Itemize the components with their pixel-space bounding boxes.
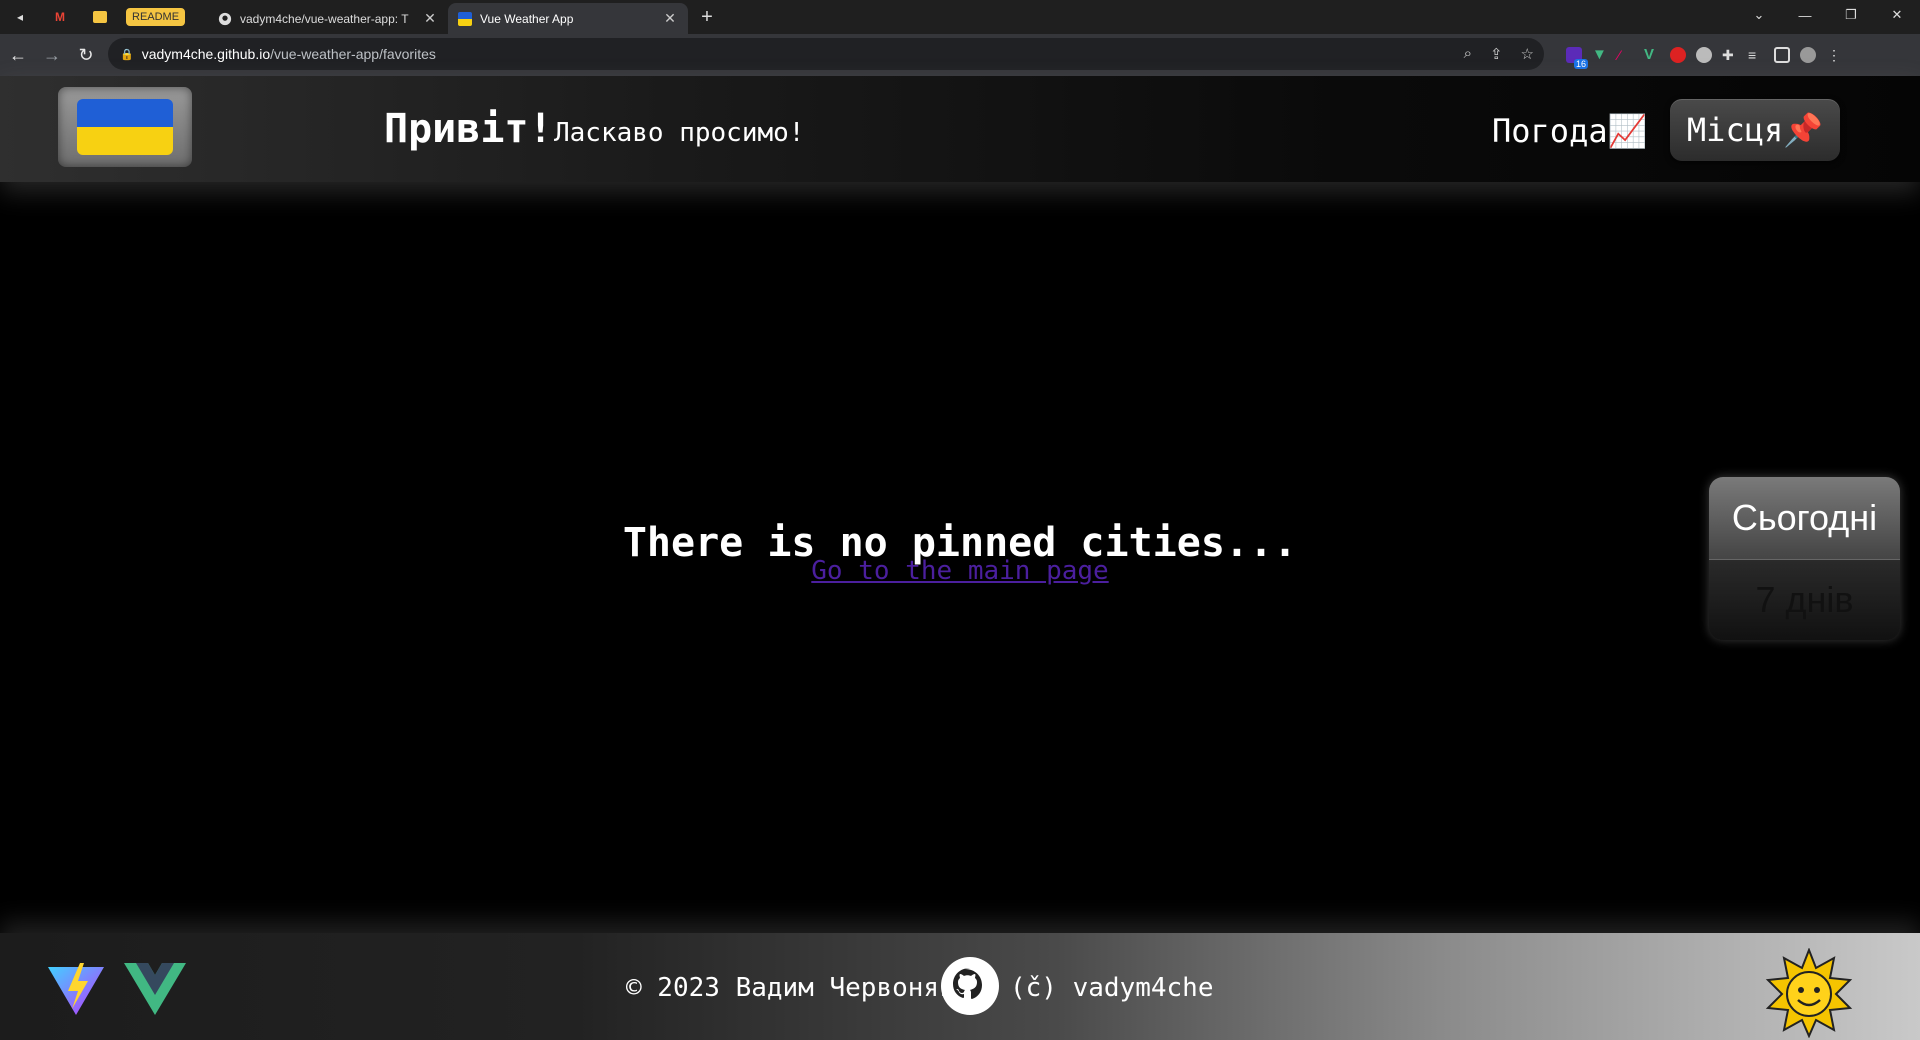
adblock-icon[interactable] [1670,47,1686,63]
seven-days-button[interactable]: 7 днів [1709,559,1900,640]
reading-list-icon[interactable]: ≡ [1748,47,1764,63]
ukraine-flag-icon [77,99,173,155]
vue-devtools-icon[interactable]: ▼ [1592,47,1608,63]
close-window-button[interactable]: ✕ [1874,0,1920,30]
notes-icon [93,11,107,23]
share-icon[interactable]: ⇪ [1490,45,1503,63]
close-icon[interactable]: ✕ [422,10,438,27]
greeting-title: Привіт! [384,106,553,152]
github-icon [218,12,232,25]
author-handle: (č) vadym4che [1010,973,1214,1003]
tab-github-repo[interactable]: vadym4che/vue-weather-app: T ✕ [208,3,448,34]
pinned-tab-notes[interactable] [80,0,120,34]
theme-extension-icon[interactable] [1696,47,1712,63]
today-button[interactable]: Сьогодні [1709,477,1900,559]
forward-button[interactable]: → [36,39,68,71]
vue-logo-icon[interactable] [124,961,186,1015]
url-host: vadym4che.github.io [141,46,271,62]
tab-title: vadym4che/vue-weather-app: T [240,11,409,26]
gmail-icon: M [55,10,65,24]
tab-vue-weather-app[interactable]: Vue Weather App ✕ [448,3,688,34]
welcome-text: Ласкаво просимо! [554,118,805,148]
language-flag-button[interactable] [58,87,192,167]
minimize-button[interactable]: — [1782,0,1828,30]
speaker-icon: ◂ [16,10,24,24]
readme-tab-group[interactable]: README [126,8,186,26]
puzzle-icon[interactable]: ✚ [1722,47,1738,63]
restore-button[interactable]: ❐ [1828,0,1874,30]
pinned-tab-audio[interactable]: ◂ [0,0,40,34]
lock-icon[interactable]: 🔒 [120,48,134,61]
new-tab-button[interactable]: + [694,6,720,28]
zoom-icon[interactable]: ⌕ [1464,45,1472,63]
side-panel-icon[interactable] [1774,47,1790,63]
extension-icon[interactable]: 16 [1566,47,1588,69]
reload-button[interactable]: ↻ [70,39,102,71]
extension-badge: 16 [1573,59,1588,69]
forecast-period-switcher: Сьогодні 7 днів [1709,477,1900,640]
back-button[interactable]: ← [2,39,34,71]
copyright-text: © 2023 Вадим Червоняк [626,973,955,1003]
go-to-main-page-link[interactable]: Go to the main page [0,556,1920,586]
omnibox-actions: ⌕ ⇪ ☆ [1464,45,1534,63]
close-icon[interactable]: ✕ [662,10,678,27]
browser-tab-bar: ◂ M README vadym4che/vue-weather-app: T … [0,0,1920,34]
pinned-tab-gmail[interactable]: M [40,0,80,34]
github-icon[interactable] [940,956,1000,1016]
vue-extension-icon[interactable]: V [1644,47,1660,63]
nav-places-button[interactable]: Місця📌 [1670,99,1840,161]
color-picker-icon[interactable]: ⁄ [1618,47,1634,63]
url-path: /vue-weather-app/favorites [270,46,436,62]
app-favicon-icon [458,11,472,26]
tab-search-icon[interactable]: ⌄ [1736,0,1782,30]
extensions-area: 16 ▼ ⁄ V ✚ ≡ ⋮ [1566,34,1842,76]
address-bar[interactable]: 🔒 vadym4che.github.io/vue-weather-app/fa… [108,38,1544,70]
nav-weather-link[interactable]: Погода📈 [1492,112,1647,150]
vite-logo-icon[interactable] [46,961,106,1017]
browser-toolbar: ← → ↻ 🔒 vadym4che.github.io/vue-weather-… [0,34,1920,76]
sun-icon [1765,948,1853,1038]
app-header: Привіт! Ласкаво просимо! Погода📈 Місця📌 [0,76,1920,182]
menu-icon[interactable]: ⋮ [1826,47,1842,63]
tab-title: Vue Weather App [480,11,574,26]
profile-avatar[interactable] [1800,47,1816,63]
bookmark-star-icon[interactable]: ☆ [1521,45,1534,63]
app-footer: © 2023 Вадим Червоняк (č) vadym4che [0,933,1920,1040]
window-controls: ⌄ — ❐ ✕ [1736,0,1920,30]
